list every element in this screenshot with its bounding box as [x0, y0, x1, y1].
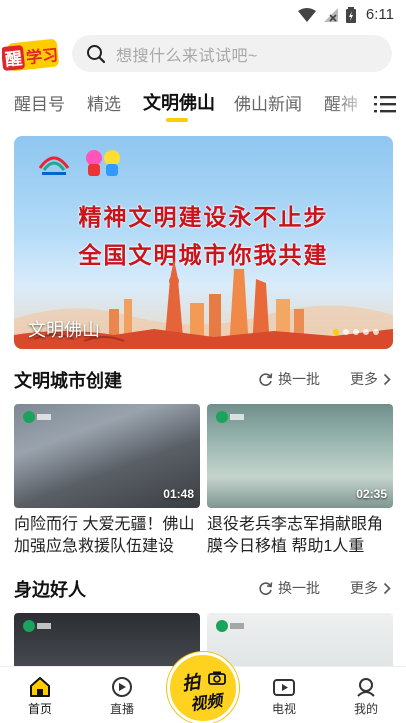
- header: 醒 学习 想搜什么来试试吧~: [0, 32, 406, 76]
- tab-jingxuan[interactable]: 精选: [87, 90, 121, 115]
- nav-label: 我的: [353, 702, 378, 716]
- nav-label: 电视: [271, 702, 296, 716]
- video-title[interactable]: 向险而行 大爱无疆！佛山加强应急救援队伍建设: [14, 514, 200, 558]
- tab-xingmuhao[interactable]: 醒目号: [14, 90, 65, 115]
- svg-text:学习: 学习: [25, 45, 59, 67]
- section-title: 文明城市创建: [14, 371, 122, 391]
- channel-menu-icon[interactable]: [374, 94, 396, 114]
- refresh-batch-button[interactable]: 换一批: [258, 369, 320, 389]
- profile-icon: [357, 678, 375, 697]
- search-input[interactable]: 想搜什么来试试吧~: [72, 35, 392, 72]
- search-icon: [87, 44, 106, 63]
- refresh-label: 换一批: [278, 371, 320, 387]
- section-title: 身边好人: [14, 580, 86, 600]
- signal-off-icon: [323, 7, 338, 22]
- section-header-good-people: 身边好人 换一批 更多: [14, 576, 393, 602]
- refresh-batch-button[interactable]: 换一批: [258, 578, 320, 598]
- nav-label: 首页: [27, 702, 52, 716]
- carousel-dot[interactable]: [333, 329, 339, 335]
- active-tab-indicator: [166, 118, 188, 122]
- carousel-dot[interactable]: [343, 329, 349, 335]
- tabs-fade: [332, 86, 372, 122]
- video-thumbnail[interactable]: 02:35: [207, 404, 393, 508]
- status-time: 6:11: [365, 6, 394, 23]
- more-label: 更多: [350, 580, 378, 596]
- channel-logo-icon: [23, 620, 51, 632]
- video-duration: 01:48: [163, 487, 194, 501]
- tab-foshan-news[interactable]: 佛山新闻: [234, 90, 302, 115]
- carousel-dot[interactable]: [363, 329, 369, 335]
- mascot-icon: [86, 150, 120, 176]
- more-button[interactable]: 更多: [350, 578, 391, 598]
- video-duration: 02:35: [356, 487, 387, 501]
- refresh-label: 换一批: [278, 580, 320, 596]
- video-card[interactable]: 01:48 向险而行 大爱无疆！佛山加强应急救援队伍建设: [14, 404, 200, 558]
- banner-logos: [36, 146, 124, 178]
- wifi-icon: [297, 7, 316, 22]
- nav-mine[interactable]: 我的: [336, 677, 396, 717]
- tab-wenming-foshan[interactable]: 文明佛山: [143, 89, 215, 115]
- chevron-right-icon: [383, 582, 391, 594]
- banner-headline-1: 精神文明建设永不止步: [78, 204, 329, 231]
- carousel-dot[interactable]: [373, 329, 379, 335]
- camera-icon: [208, 671, 226, 685]
- chevron-right-icon: [383, 373, 391, 385]
- refresh-icon: [259, 581, 273, 595]
- banner-caption: 文明佛山: [28, 320, 100, 340]
- status-bar: 6:11: [0, 0, 406, 30]
- home-icon: [30, 677, 50, 697]
- video-thumbnail[interactable]: 01:48: [14, 404, 200, 508]
- channel-logo-icon: [23, 411, 51, 423]
- tv-icon: [273, 679, 295, 696]
- banner-carousel[interactable]: 精神文明建设永不止步 全国文明城市你我共建 文明佛山: [14, 136, 393, 349]
- section-header-civilized-city: 文明城市创建 换一批 更多: [14, 367, 393, 393]
- carousel-indicator: [333, 329, 379, 335]
- more-button[interactable]: 更多: [350, 369, 391, 389]
- svg-text:醒: 醒: [4, 49, 23, 71]
- app-logo[interactable]: 醒 学习: [2, 38, 60, 72]
- civilization-logo-icon: [38, 156, 70, 175]
- nav-tv[interactable]: 电视: [254, 677, 314, 717]
- more-label: 更多: [350, 371, 378, 387]
- nav-live[interactable]: 直播: [92, 677, 152, 717]
- channel-tabs: 醒目号 精选 文明佛山 佛山新闻 醒神: [0, 86, 406, 122]
- shoot-video-button[interactable]: 拍 视频: [167, 652, 239, 723]
- video-card[interactable]: 02:35 退役老兵李志军捐献眼角膜今日移植 帮助1人重见…: [207, 404, 393, 558]
- video-title[interactable]: 退役老兵李志军捐献眼角膜今日移植 帮助1人重见…: [207, 514, 393, 558]
- carousel-dot[interactable]: [353, 329, 359, 335]
- channel-logo-icon: [216, 620, 244, 632]
- shoot-label-2: 视频: [189, 692, 224, 715]
- channel-logo-icon: [216, 411, 244, 423]
- search-placeholder: 想搜什么来试试吧~: [116, 47, 258, 65]
- refresh-icon: [259, 372, 273, 386]
- nav-label: 直播: [109, 702, 134, 716]
- nav-home[interactable]: 首页: [10, 677, 70, 717]
- battery-icon: [345, 6, 356, 23]
- live-icon: [112, 677, 132, 697]
